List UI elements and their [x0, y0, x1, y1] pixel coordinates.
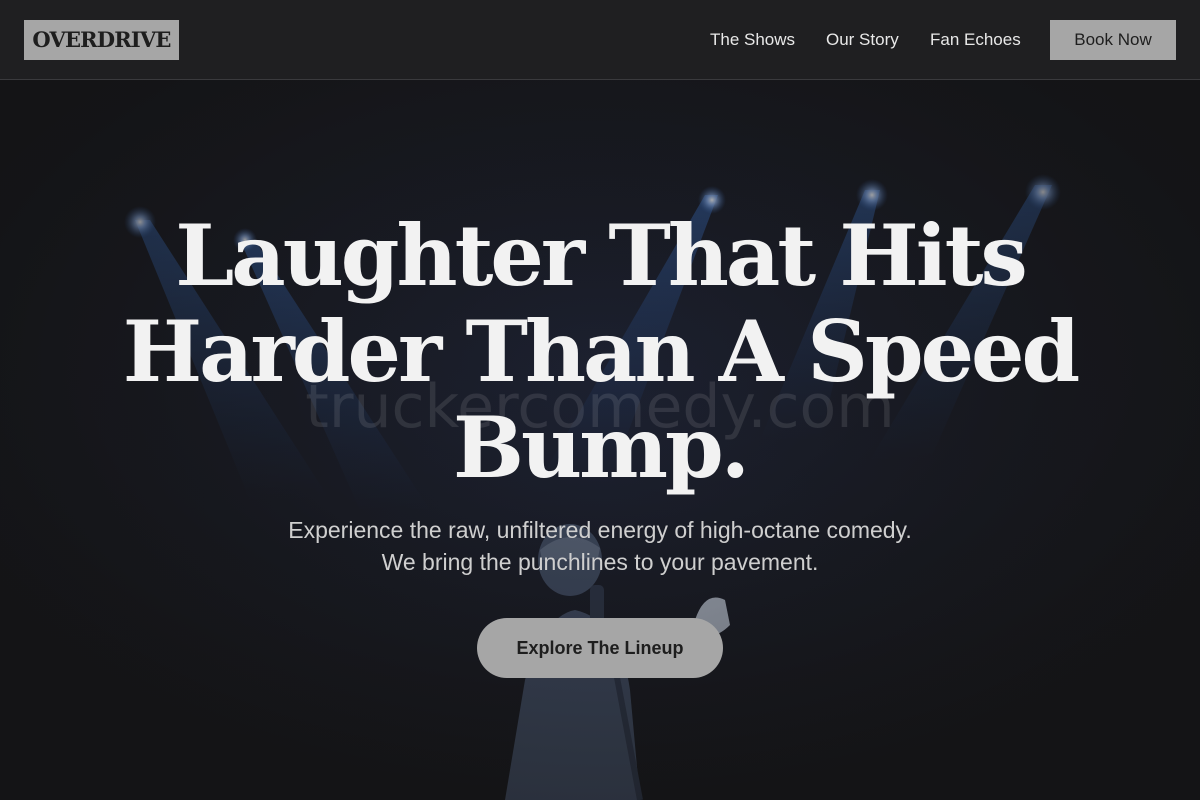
nav-link-fan-echoes[interactable]: Fan Echoes	[930, 29, 1021, 51]
explore-lineup-button[interactable]: Explore The Lineup	[477, 618, 723, 678]
hero-subtitle: Experience the raw, unfiltered energy of…	[288, 517, 912, 575]
nav-link-the-shows[interactable]: The Shows	[710, 29, 795, 51]
nav-link-our-story[interactable]: Our Story	[826, 29, 899, 51]
page: OVERDRIVE The Shows Our Story Fan Echoes…	[0, 0, 1200, 800]
hero-headline: Laughter That Hits Harder Than A Speed B…	[122, 206, 1081, 497]
book-now-button[interactable]: Book Now	[1050, 20, 1176, 60]
hero-section: truckercomedy.com Laughter That Hits Har…	[0, 80, 1200, 800]
main-nav: The Shows Our Story Fan Echoes Book Now	[0, 0, 1200, 80]
site-header: OVERDRIVE The Shows Our Story Fan Echoes…	[0, 0, 1200, 80]
